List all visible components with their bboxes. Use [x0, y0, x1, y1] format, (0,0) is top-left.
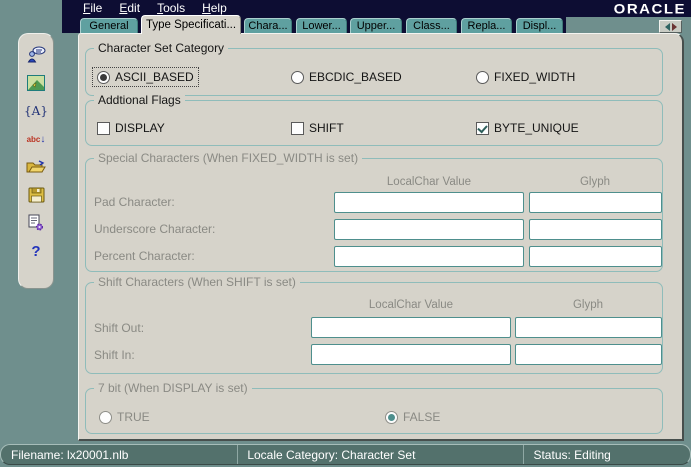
- underscore-character-label: Underscore Character:: [94, 222, 215, 236]
- tab-lowercase[interactable]: Lower...: [296, 18, 347, 33]
- statusbar-status: Status: Editing: [523, 445, 690, 464]
- group-title: Addtional Flags: [94, 93, 185, 107]
- radio-true[interactable]: TRUE: [94, 407, 155, 427]
- pad-character-label: Pad Character:: [94, 195, 175, 209]
- statusbar-filename: Filename: lx20001.nlb: [1, 445, 237, 464]
- abc-sort-icon[interactable]: abc↓: [26, 130, 46, 148]
- radio-false[interactable]: FALSE: [380, 407, 445, 427]
- radio-icon: [291, 71, 304, 84]
- tab-type-specification[interactable]: Type Specificati...: [141, 15, 241, 34]
- braces-a-icon[interactable]: {A}: [26, 102, 46, 120]
- statusbar-locale-category: Locale Category: Character Set: [237, 445, 523, 464]
- underscore-glyph-input[interactable]: [529, 219, 662, 240]
- radio-ebcdic-based[interactable]: EBCDIC_BASED: [286, 67, 407, 87]
- oracle-logo: ORACLE: [614, 2, 686, 18]
- abc-label: abc: [27, 137, 41, 142]
- toolbar-sidebar: {A} abc↓ ?: [18, 33, 54, 289]
- tab-general[interactable]: General: [80, 18, 138, 33]
- shift-in-label: Shift In:: [94, 348, 135, 362]
- checkbox-shift[interactable]: SHIFT: [286, 118, 349, 138]
- column-header-glyph: Glyph: [580, 176, 610, 188]
- radio-label: FALSE: [403, 410, 440, 424]
- radio-fixed-width[interactable]: FIXED_WIDTH: [471, 67, 580, 87]
- scroll-left-icon: [665, 23, 670, 31]
- group-shift-characters: Shift Characters (When SHIFT is set) Loc…: [85, 282, 663, 374]
- menu-file[interactable]: File: [83, 0, 102, 17]
- group-title: 7 bit (When DISPLAY is set): [94, 381, 252, 395]
- group-additional-flags: Addtional Flags DISPLAY SHIFT BYTE_UNIQU…: [85, 100, 663, 146]
- checkbox-label: BYTE_UNIQUE: [494, 121, 579, 135]
- group-special-characters: Special Characters (When FIXED_WIDTH is …: [85, 158, 663, 272]
- tab-character-data[interactable]: Chara...: [244, 18, 292, 33]
- status-bar: Filename: lx20001.nlb Locale Category: C…: [0, 444, 691, 465]
- document-gears-icon[interactable]: [26, 214, 46, 232]
- pad-localchar-input[interactable]: [334, 192, 524, 213]
- underscore-localchar-input[interactable]: [334, 219, 524, 240]
- radio-label: FIXED_WIDTH: [494, 70, 575, 84]
- radio-label: ASCII_BASED: [115, 70, 194, 84]
- shift-in-localchar-input[interactable]: [311, 344, 511, 365]
- radio-icon: [97, 71, 110, 84]
- column-header-glyph: Glyph: [573, 299, 603, 311]
- map-image-icon[interactable]: [26, 74, 46, 92]
- shift-out-localchar-input[interactable]: [311, 317, 511, 338]
- checkbox-display[interactable]: DISPLAY: [92, 118, 170, 138]
- checkbox-icon: [476, 122, 489, 135]
- group-title: Shift Characters (When SHIFT is set): [94, 275, 300, 289]
- tab-uppercase[interactable]: Upper...: [350, 18, 402, 33]
- shift-out-label: Shift Out:: [94, 321, 144, 335]
- column-header-localchar: LocalChar Value: [369, 299, 453, 311]
- radio-label: TRUE: [117, 410, 150, 424]
- open-folder-icon[interactable]: [26, 158, 46, 176]
- checkbox-label: DISPLAY: [115, 121, 165, 135]
- person-chat-icon[interactable]: [26, 46, 46, 64]
- checkbox-icon: [97, 122, 110, 135]
- group-title: Special Characters (When FIXED_WIDTH is …: [94, 151, 362, 165]
- shift-in-glyph-input[interactable]: [515, 344, 662, 365]
- save-floppy-icon[interactable]: [26, 186, 46, 204]
- checkbox-icon: [291, 122, 304, 135]
- help-icon[interactable]: ?: [26, 242, 46, 260]
- help-label: ?: [31, 243, 40, 260]
- radio-label: EBCDIC_BASED: [309, 70, 402, 84]
- checkbox-byte-unique[interactable]: BYTE_UNIQUE: [471, 118, 584, 138]
- pad-glyph-input[interactable]: [529, 192, 662, 213]
- menu-edit[interactable]: Edit: [119, 0, 140, 17]
- column-header-localchar: LocalChar Value: [387, 176, 471, 188]
- type-specification-page: Character Set Category ASCII_BASED EBCDI…: [78, 33, 684, 441]
- group-title: Character Set Category: [94, 41, 228, 55]
- tab-display[interactable]: Displ...: [516, 18, 563, 33]
- radio-icon: [385, 411, 398, 424]
- checkbox-label: SHIFT: [309, 121, 344, 135]
- down-arrow-icon: ↓: [40, 134, 45, 145]
- group-character-set-category: Character Set Category ASCII_BASED EBCDI…: [85, 48, 663, 96]
- scroll-right-icon: [672, 23, 677, 31]
- radio-ascii-based[interactable]: ASCII_BASED: [92, 67, 199, 87]
- percent-glyph-input[interactable]: [529, 246, 662, 267]
- tab-classification[interactable]: Class...: [406, 18, 457, 33]
- radio-icon: [476, 71, 489, 84]
- tab-scroll-button[interactable]: [659, 20, 682, 33]
- group-seven-bit: 7 bit (When DISPLAY is set) TRUE FALSE: [85, 388, 663, 434]
- radio-icon: [99, 411, 112, 424]
- braces-a-label: {A}: [24, 104, 48, 118]
- tab-replacement[interactable]: Repla...: [461, 18, 512, 33]
- percent-localchar-input[interactable]: [334, 246, 524, 267]
- shift-out-glyph-input[interactable]: [515, 317, 662, 338]
- percent-character-label: Percent Character:: [94, 249, 195, 263]
